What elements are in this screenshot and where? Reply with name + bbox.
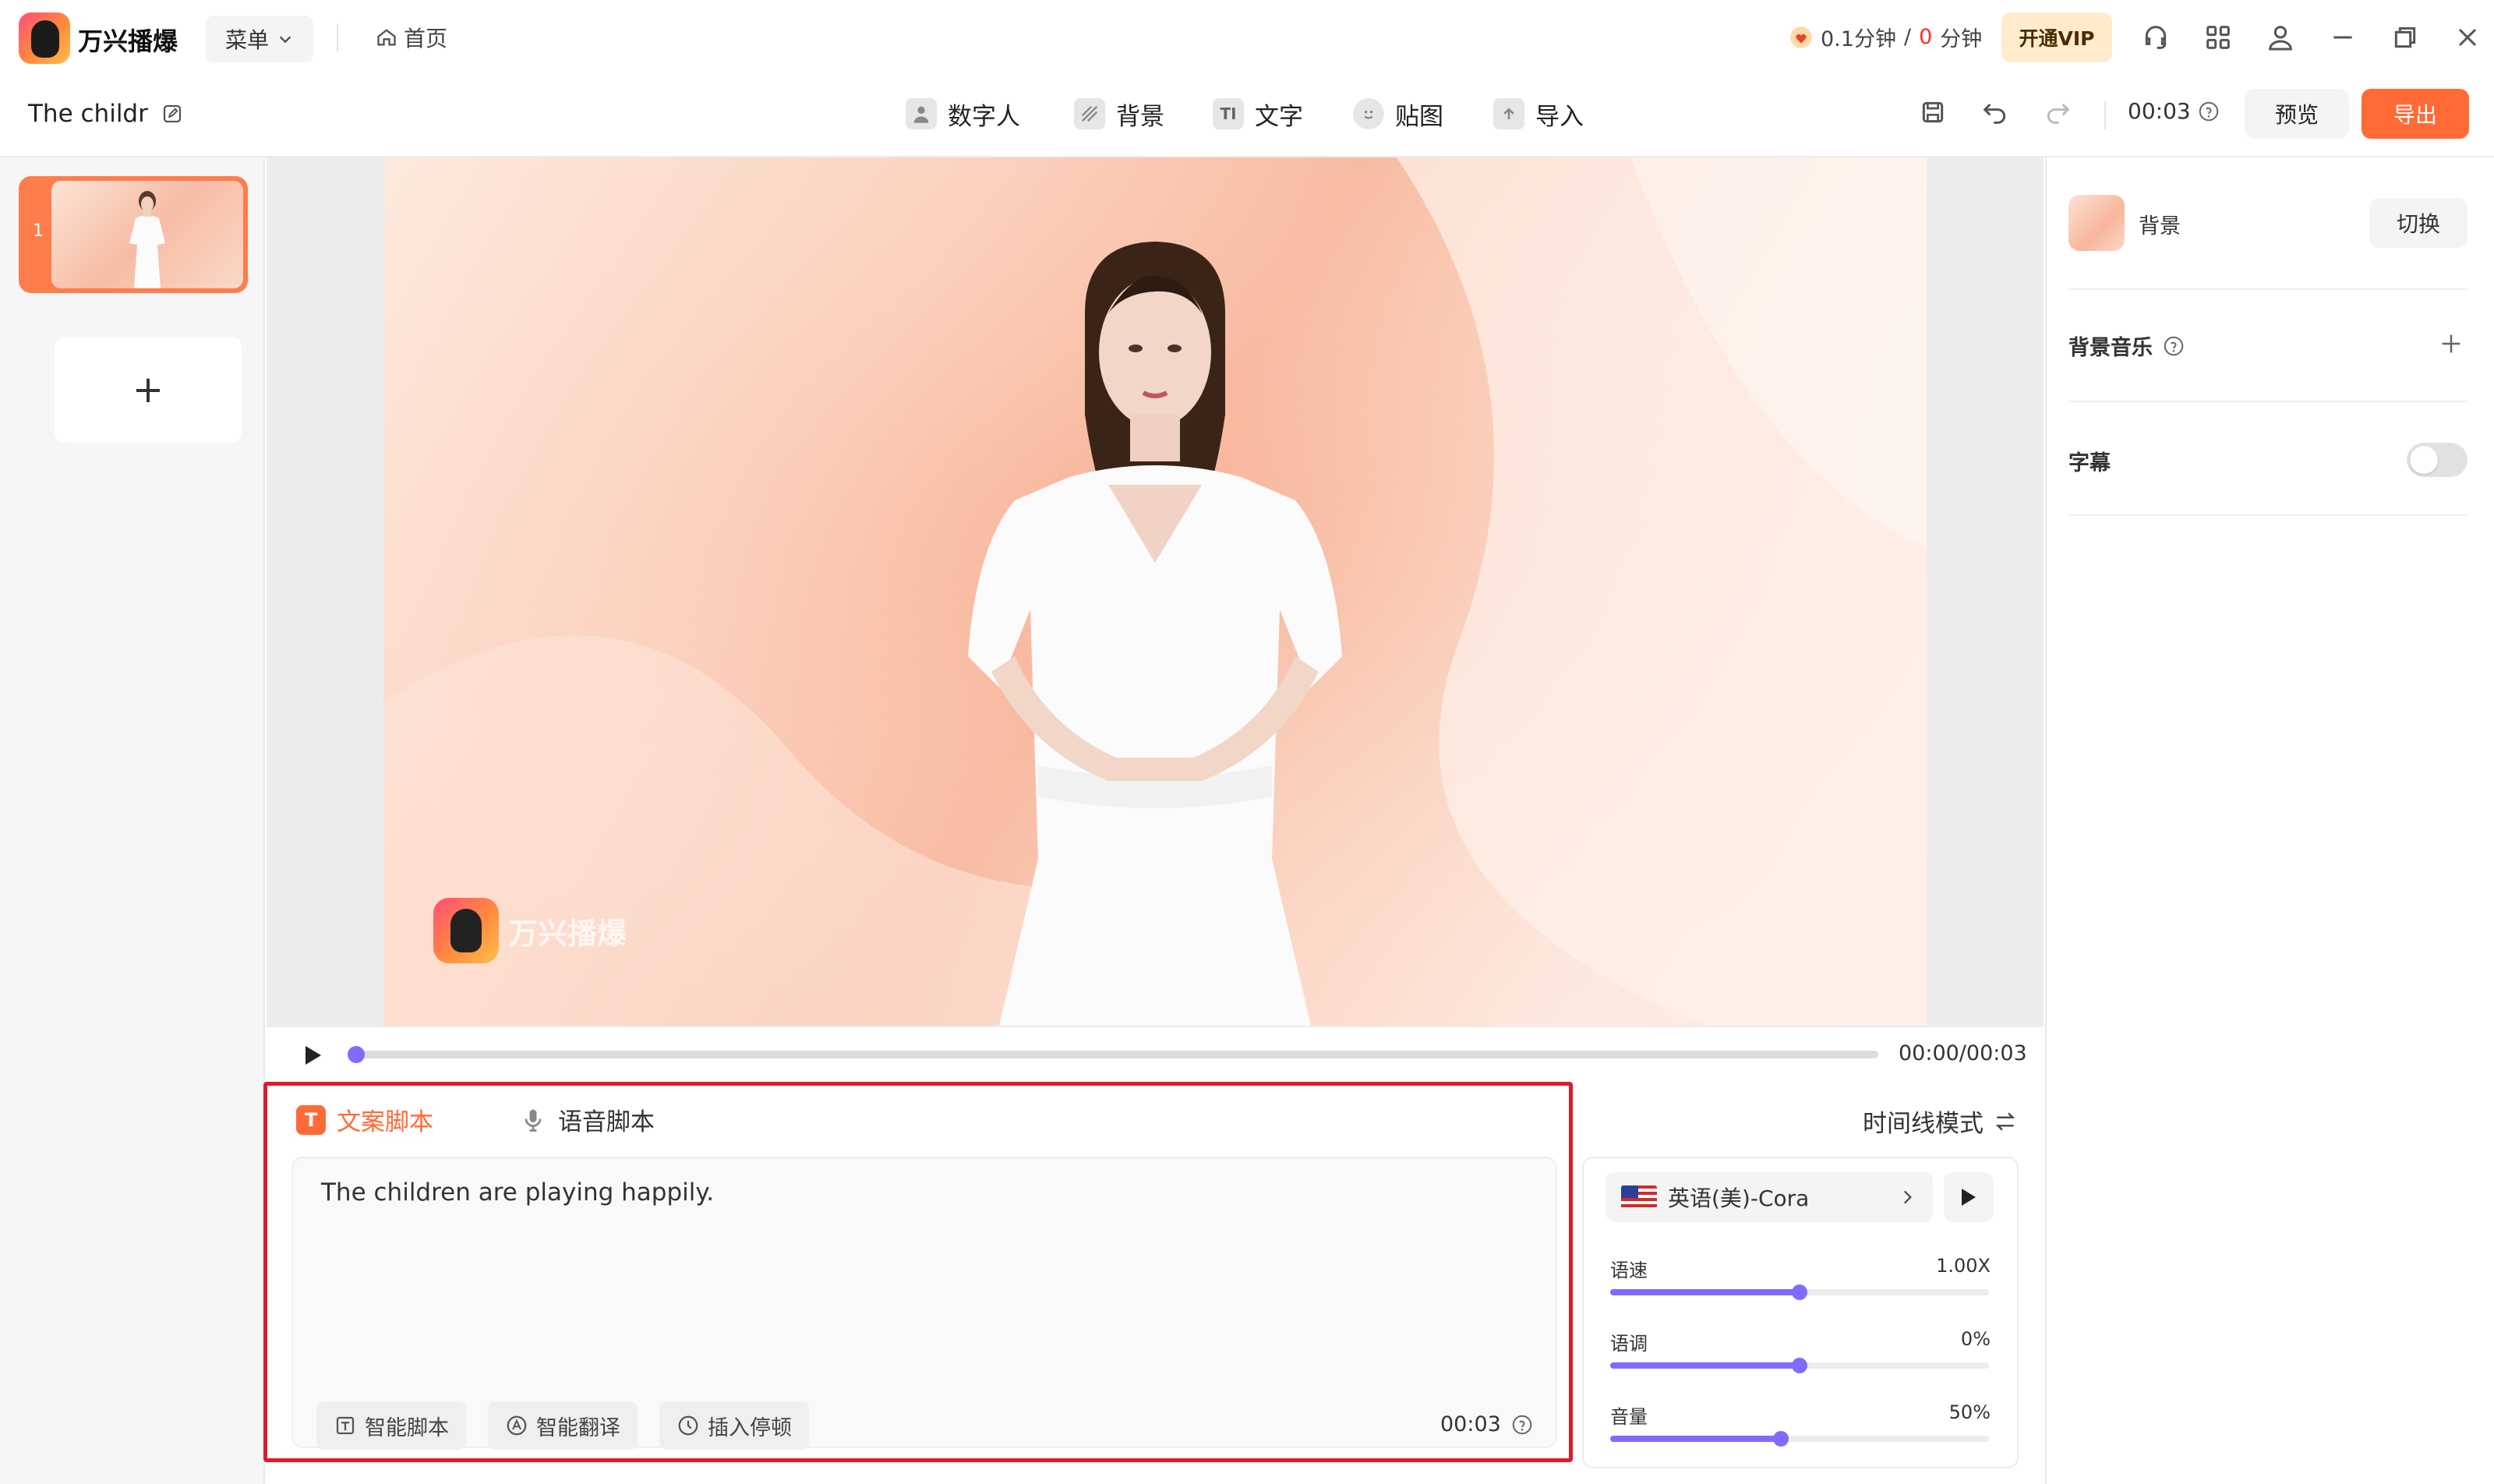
playback-timecode: 00:00/00:03 — [1899, 1041, 2027, 1065]
voice-preview-button[interactable] — [1944, 1172, 1994, 1222]
background-music-row: 背景音乐 — [2068, 330, 2185, 361]
switch-background-button[interactable]: 切换 — [2369, 198, 2468, 248]
pitch-slider-fill — [1610, 1362, 1800, 1369]
highlight-box — [263, 1082, 1573, 1462]
redo-icon[interactable] — [2042, 97, 2073, 131]
edit-icon[interactable] — [161, 102, 184, 125]
slide-panel: 1 + — [0, 157, 265, 1484]
volume-slider-fill — [1610, 1436, 1781, 1442]
total-duration: 00:03 — [2128, 98, 2220, 124]
subtitle-toggle[interactable] — [2407, 443, 2468, 477]
home-label: 首页 — [404, 26, 448, 51]
minutes-sep: / — [1903, 25, 1912, 49]
divider — [2068, 288, 2468, 290]
apps-grid-icon[interactable] — [2203, 22, 2234, 53]
home-icon — [377, 29, 396, 46]
play-icon[interactable] — [302, 1043, 324, 1068]
divider — [2068, 514, 2468, 516]
progress-track[interactable] — [348, 1051, 1878, 1058]
minimize-icon[interactable] — [2327, 22, 2358, 53]
undo-icon[interactable] — [1980, 97, 2011, 131]
timeline-mode-label: 时间线模式 — [1863, 1110, 1984, 1138]
voice-name: 英语(美)-Cora — [1668, 1185, 1810, 1211]
tool-avatar[interactable]: 数字人 — [906, 95, 1020, 132]
slide-number: 1 — [33, 221, 44, 241]
speed-label: 语速 — [1610, 1260, 1648, 1281]
heart-badge-icon — [1790, 26, 1812, 48]
add-slide-button[interactable]: + — [55, 337, 242, 443]
close-icon[interactable] — [2452, 22, 2483, 53]
volume-label: 音量 — [1610, 1406, 1648, 1428]
add-music-icon[interactable] — [2438, 330, 2464, 357]
tool-sticker-label: 贴图 — [1395, 102, 1443, 131]
project-title[interactable]: The childr — [28, 100, 184, 128]
background-label: 背景 — [2139, 214, 2181, 238]
speed-value: 1.00X — [1936, 1255, 1991, 1277]
tool-import[interactable]: 导入 — [1493, 95, 1584, 132]
home-link[interactable]: 首页 — [376, 22, 447, 53]
tool-import-label: 导入 — [1535, 102, 1584, 131]
timeline-mode-toggle[interactable]: 时间线模式 — [1863, 1104, 2018, 1139]
app-name: 万兴播爆 — [78, 26, 178, 56]
divider — [2068, 401, 2468, 402]
pitch-value: 0% — [1960, 1328, 1991, 1350]
divider — [2104, 101, 2106, 129]
import-icon — [1493, 98, 1524, 129]
restore-icon[interactable] — [2390, 22, 2421, 53]
canvas-watermark: 万兴播爆 — [433, 898, 627, 963]
watermark-text: 万兴播爆 — [508, 916, 627, 951]
support-icon[interactable] — [2140, 22, 2171, 53]
minutes-left: 0 — [1919, 25, 1933, 49]
background-thumbnail[interactable] — [2068, 195, 2125, 251]
minutes-unit: 分钟 — [1940, 27, 1983, 51]
minutes-balance: 0.1分钟 / 0 分钟 — [1789, 22, 1982, 52]
sticker-icon — [1353, 98, 1384, 129]
save-icon[interactable] — [1917, 97, 1948, 131]
vip-button[interactable]: 开通VIP — [2001, 12, 2112, 62]
subtitle-label: 字幕 — [2068, 451, 2111, 475]
speed-slider-handle[interactable] — [1792, 1284, 1807, 1300]
tool-background[interactable]: 背景 — [1074, 95, 1164, 132]
export-button[interactable]: 导出 — [2362, 89, 2469, 139]
preview-button[interactable]: 预览 — [2245, 89, 2349, 139]
volume-value: 50% — [1948, 1401, 1991, 1423]
chevron-down-icon — [279, 36, 291, 44]
minutes-used: 0.1分钟 — [1821, 27, 1896, 51]
tool-sticker[interactable]: 贴图 — [1353, 95, 1443, 132]
background-icon — [1074, 98, 1105, 129]
project-title-text: The childr — [28, 100, 148, 128]
avatar-presenter[interactable] — [874, 220, 1436, 1026]
tool-avatar-label: 数字人 — [948, 102, 1020, 131]
us-flag-icon — [1621, 1185, 1657, 1209]
background-music-label: 背景音乐 — [2068, 336, 2153, 360]
divider — [337, 23, 338, 51]
pitch-label: 语调 — [1610, 1333, 1648, 1355]
speed-slider-fill — [1610, 1289, 1800, 1295]
slide-thumbnail[interactable]: 1 — [19, 176, 248, 293]
play-icon — [1962, 1189, 1976, 1206]
menu-label: 菜单 — [224, 27, 269, 53]
watermark-logo-icon — [433, 898, 499, 963]
user-icon[interactable] — [2265, 22, 2296, 53]
pitch-slider-handle[interactable] — [1792, 1358, 1807, 1373]
help-icon[interactable] — [2197, 100, 2220, 123]
help-icon[interactable] — [2162, 334, 2185, 358]
text-icon: TI — [1213, 98, 1244, 129]
progress-handle[interactable] — [348, 1046, 365, 1063]
chevron-right-icon — [1903, 1190, 1912, 1204]
tool-text[interactable]: TI 文字 — [1213, 95, 1303, 132]
avatar-icon — [906, 98, 937, 129]
tool-background-label: 背景 — [1116, 102, 1164, 131]
title-bar — [0, 0, 2494, 75]
voice-selector[interactable]: 英语(美)-Cora — [1606, 1172, 1933, 1222]
volume-slider-handle[interactable] — [1772, 1431, 1789, 1447]
tool-text-label: 文字 — [1255, 102, 1303, 131]
total-duration-text: 00:03 — [2128, 98, 2191, 124]
menu-button[interactable]: 菜单 — [206, 16, 313, 62]
video-canvas[interactable] — [383, 157, 1927, 1026]
swap-icon — [1995, 1111, 2015, 1131]
slide-preview-image — [51, 181, 243, 288]
app-logo — [19, 12, 70, 64]
